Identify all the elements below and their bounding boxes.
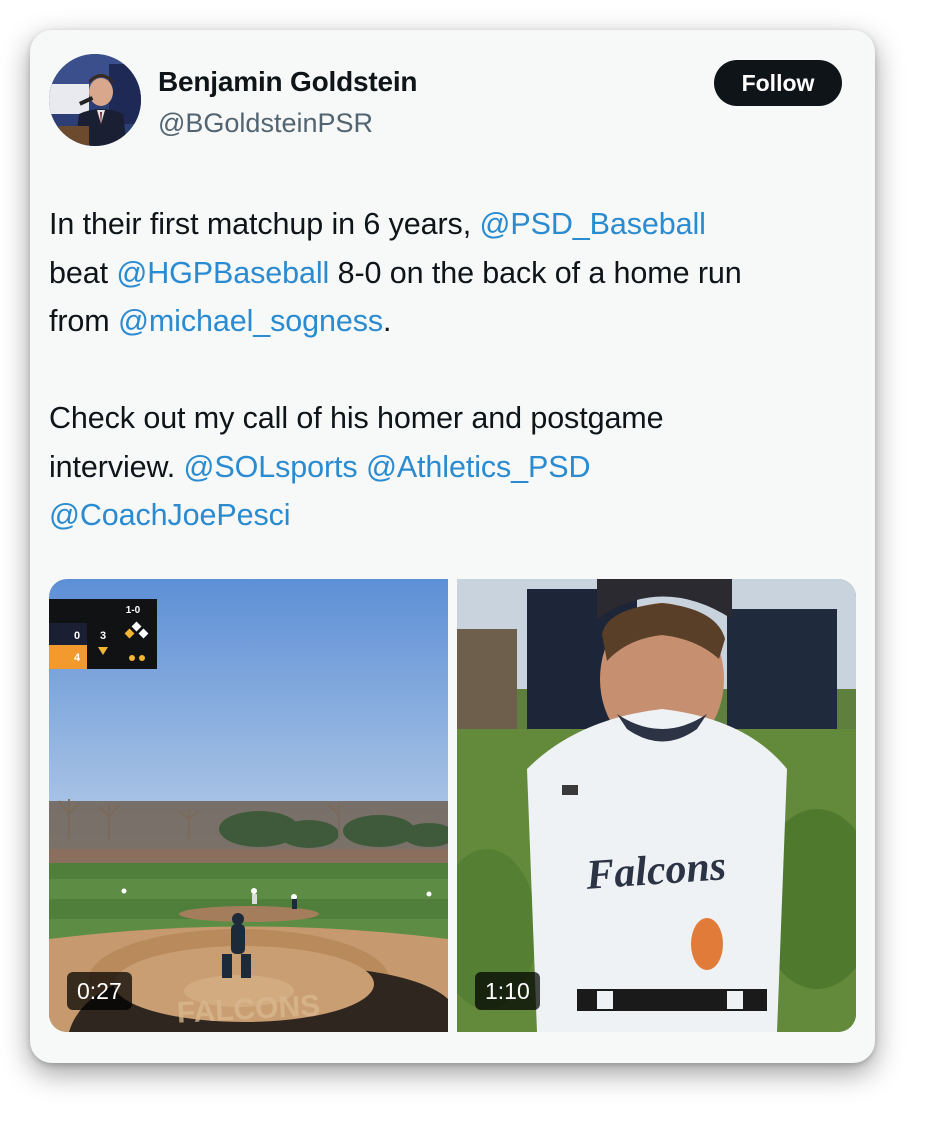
mention-psd-baseball[interactable]: @PSD_Baseball bbox=[479, 207, 705, 241]
video-thumbnail-game[interactable]: FALCONS 1-0 0 4 3 0:27 bbox=[49, 579, 448, 1032]
tweet-line: @CoachJoePesci bbox=[49, 491, 864, 540]
tweet-text-segment: 8-0 on the back of a home run bbox=[329, 255, 742, 290]
mention-michael-sogness[interactable]: @michael_sogness bbox=[118, 304, 383, 338]
jersey-lettering: Falcons bbox=[584, 843, 728, 899]
mention-coach-joe-pesci[interactable]: @CoachJoePesci bbox=[49, 498, 291, 532]
follow-button[interactable]: Follow bbox=[714, 60, 842, 106]
tweet-text: In their first matchup in 6 years, @PSD_… bbox=[49, 200, 864, 540]
tweet-text-segment: from bbox=[49, 304, 118, 338]
tweet-card: Benjamin Goldstein @BGoldsteinPSR Follow… bbox=[30, 30, 875, 1063]
scoreboard-away-score: 0 bbox=[74, 630, 80, 642]
tweet-text-segment: beat bbox=[49, 255, 117, 290]
tweet-line: interview. @SOLsports @Athletics_PSD bbox=[49, 443, 864, 492]
video-thumbnail-interview[interactable]: Falcons 1:10 bbox=[457, 579, 856, 1032]
author-name[interactable]: Benjamin Goldstein bbox=[158, 66, 418, 98]
author-handle[interactable]: @BGoldsteinPSR bbox=[158, 108, 373, 139]
tweet-line: from @michael_sogness. bbox=[49, 297, 864, 346]
scoreboard-inning: 3 bbox=[100, 630, 106, 642]
tweet-line: Check out my call of his homer and postg… bbox=[49, 401, 664, 435]
scoreboard-count: 1-0 bbox=[126, 605, 141, 616]
tweet-line: beat @HGPBaseball 8-0 on the back of a h… bbox=[49, 249, 864, 298]
video-duration: 1:10 bbox=[475, 972, 540, 1010]
author-avatar[interactable] bbox=[49, 54, 141, 146]
tweet-text-segment: interview. bbox=[49, 449, 184, 484]
video-duration: 0:27 bbox=[67, 972, 132, 1010]
mention-solsports[interactable]: @SOLsports bbox=[184, 450, 358, 484]
tweet-line: In their first matchup in 6 years, @PSD_… bbox=[49, 200, 864, 249]
scoreboard: 1-0 0 4 3 bbox=[49, 599, 157, 669]
mention-athletics-psd[interactable]: @Athletics_PSD bbox=[366, 450, 591, 484]
tweet-text-segment: . bbox=[383, 304, 392, 338]
tweet-text-segment: In their first matchup in 6 years, bbox=[49, 207, 480, 241]
mention-hgp-baseball[interactable]: @HGPBaseball bbox=[116, 256, 329, 290]
scoreboard-home-score: 4 bbox=[74, 652, 81, 664]
